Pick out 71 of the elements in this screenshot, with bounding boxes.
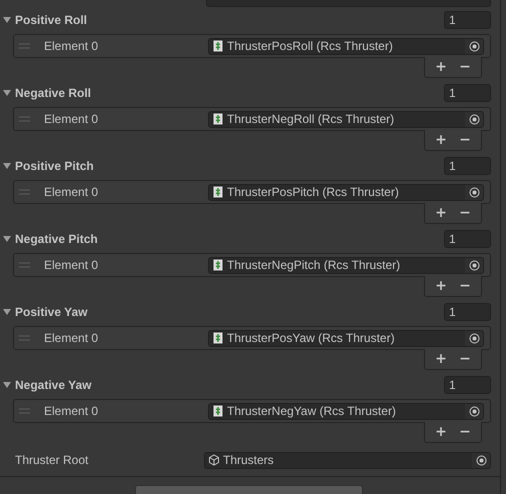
element-label: Element 0 bbox=[44, 39, 100, 53]
object-field-value: ThrusterNegYaw (Rcs Thruster) bbox=[226, 404, 397, 418]
list-label: Negative Pitch bbox=[15, 232, 99, 246]
object-picker-icon[interactable] bbox=[468, 114, 480, 124]
object-picker-icon[interactable] bbox=[468, 186, 480, 198]
add-element-button[interactable]: + bbox=[431, 130, 451, 150]
foldout-arrow-icon[interactable] bbox=[3, 235, 11, 243]
list-label: Negative Roll bbox=[15, 86, 92, 100]
add-element-button[interactable]: + bbox=[431, 349, 451, 369]
drag-handle-icon[interactable] bbox=[19, 189, 30, 195]
object-field[interactable]: ThrusterNegYaw (Rcs Thruster) bbox=[208, 402, 484, 420]
list-label: Positive Pitch bbox=[15, 159, 95, 173]
remove-element-button[interactable]: − bbox=[455, 203, 475, 223]
element-label: Element 0 bbox=[44, 185, 100, 199]
script-icon bbox=[213, 186, 223, 198]
element-label: Element 0 bbox=[44, 404, 100, 418]
script-icon bbox=[213, 113, 223, 125]
list-label: Negative Yaw bbox=[15, 378, 92, 392]
object-picker-icon[interactable] bbox=[468, 260, 480, 270]
remove-element-button[interactable]: − bbox=[455, 57, 475, 77]
list-label: Positive Roll bbox=[15, 13, 88, 27]
object-field-value: ThrusterPosRoll (Rcs Thruster) bbox=[226, 39, 394, 53]
drag-handle-icon[interactable] bbox=[19, 262, 30, 268]
add-element-button[interactable]: + bbox=[431, 422, 451, 442]
script-icon bbox=[213, 405, 223, 417]
list-label: Positive Yaw bbox=[15, 305, 88, 319]
foldout-arrow-icon[interactable] bbox=[3, 381, 11, 389]
object-field-value: Thrusters bbox=[222, 453, 275, 467]
add-element-button[interactable]: + bbox=[431, 57, 451, 77]
cube-icon bbox=[208, 454, 220, 466]
object-field[interactable]: ThrusterPosYaw (Rcs Thruster) bbox=[208, 330, 484, 346]
element-label: Element 0 bbox=[44, 258, 100, 272]
drag-handle-icon[interactable] bbox=[19, 408, 30, 414]
object-field-value: ThrusterPosPitch (Rcs Thruster) bbox=[226, 185, 400, 199]
add-element-button[interactable]: + bbox=[431, 203, 451, 223]
element-label: Element 0 bbox=[44, 112, 100, 126]
object-picker-icon[interactable] bbox=[468, 40, 480, 52]
object-field[interactable]: Thrusters bbox=[204, 452, 491, 468]
list-size-field[interactable]: 1 bbox=[444, 84, 491, 102]
remove-element-button[interactable]: − bbox=[455, 422, 475, 442]
object-field[interactable]: ThrusterPosPitch (Rcs Thruster) bbox=[208, 184, 484, 200]
field-label: Thruster Root bbox=[15, 453, 90, 467]
list-size-field[interactable]: 1 bbox=[444, 303, 491, 321]
remove-element-button[interactable]: − bbox=[455, 130, 475, 150]
foldout-arrow-icon[interactable] bbox=[3, 89, 11, 97]
object-picker-icon[interactable] bbox=[468, 332, 480, 344]
list-size-field[interactable]: 1 bbox=[444, 376, 491, 394]
add-element-button[interactable]: + bbox=[431, 276, 451, 296]
foldout-arrow-icon[interactable] bbox=[3, 162, 11, 170]
script-icon bbox=[213, 40, 223, 52]
remove-element-button[interactable]: − bbox=[455, 276, 475, 296]
object-field[interactable]: ThrusterPosRoll (Rcs Thruster) bbox=[208, 38, 484, 54]
drag-handle-icon[interactable] bbox=[19, 335, 30, 341]
object-field[interactable]: ThrusterNegRoll (Rcs Thruster) bbox=[208, 110, 484, 128]
list-size-field[interactable]: 1 bbox=[444, 230, 491, 248]
drag-handle-icon[interactable] bbox=[19, 116, 30, 122]
object-field-value: ThrusterPosYaw (Rcs Thruster) bbox=[226, 331, 396, 345]
object-picker-icon[interactable] bbox=[476, 454, 486, 466]
object-field[interactable]: ThrusterNegPitch (Rcs Thruster) bbox=[208, 256, 484, 274]
object-field-value: ThrusterNegPitch (Rcs Thruster) bbox=[226, 258, 402, 272]
script-icon bbox=[213, 259, 223, 271]
drag-handle-icon[interactable] bbox=[19, 43, 30, 49]
foldout-arrow-icon[interactable] bbox=[3, 16, 11, 24]
remove-element-button[interactable]: − bbox=[455, 349, 475, 369]
script-icon bbox=[213, 332, 223, 344]
list-size-field[interactable]: 1 bbox=[444, 11, 491, 29]
object-picker-icon[interactable] bbox=[468, 406, 480, 416]
element-label: Element 0 bbox=[44, 331, 100, 345]
foldout-arrow-icon[interactable] bbox=[3, 308, 11, 316]
list-size-field[interactable]: 1 bbox=[444, 157, 491, 175]
object-field-value: ThrusterNegRoll (Rcs Thruster) bbox=[226, 112, 396, 126]
